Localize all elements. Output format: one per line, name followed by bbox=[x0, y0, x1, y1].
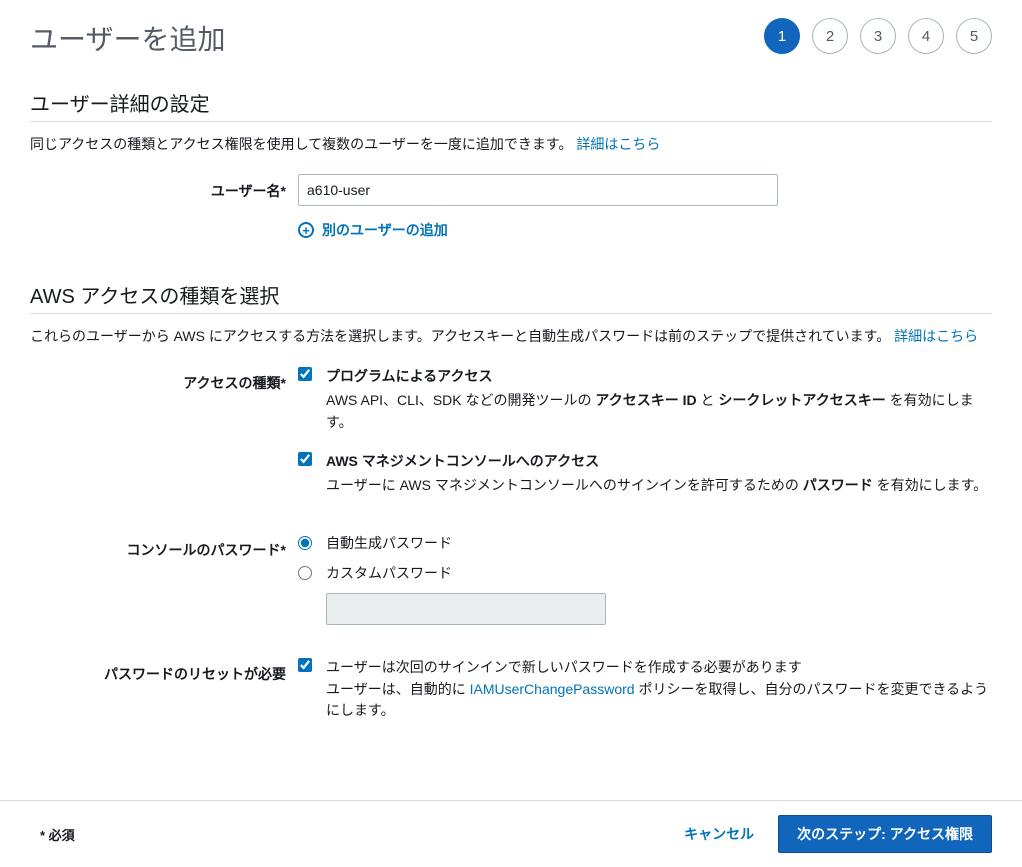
password-reset-label: パスワードのリセットが必要 bbox=[30, 657, 298, 684]
password-reset-desc: ユーザーは次回のサインインで新しいパスワードを作成する必要があります ユーザーは… bbox=[326, 657, 992, 722]
add-another-user-label: 別のユーザーの追加 bbox=[322, 220, 448, 240]
username-input[interactable] bbox=[298, 174, 778, 206]
console-password-label: コンソールのパスワード* bbox=[30, 533, 298, 560]
step-2[interactable]: 2 bbox=[812, 18, 848, 54]
required-note: * 必須 bbox=[40, 825, 75, 844]
console-access-desc: ユーザーに AWS マネジメントコンソールへのサインインを許可するための パスワ… bbox=[326, 475, 992, 497]
step-3[interactable]: 3 bbox=[860, 18, 896, 54]
page-title: ユーザーを追加 bbox=[30, 18, 225, 58]
console-access-checkbox[interactable] bbox=[298, 452, 312, 466]
user-details-desc: 同じアクセスの種類とアクセス権限を使用して複数のユーザーを一度に追加できます。 … bbox=[30, 134, 992, 154]
custom-password-label: カスタムパスワード bbox=[326, 563, 452, 583]
access-type-desc-text: これらのユーザーから AWS にアクセスする方法を選択します。アクセスキーと自動… bbox=[30, 328, 890, 344]
step-5[interactable]: 5 bbox=[956, 18, 992, 54]
custom-password-radio[interactable] bbox=[298, 566, 312, 580]
wizard-steps: 1 2 3 4 5 bbox=[764, 18, 992, 54]
programmatic-access-checkbox[interactable] bbox=[298, 367, 312, 381]
plus-icon: + bbox=[298, 222, 314, 238]
access-type-desc: これらのユーザーから AWS にアクセスする方法を選択します。アクセスキーと自動… bbox=[30, 326, 992, 346]
programmatic-access-title: プログラムによるアクセス bbox=[326, 366, 992, 386]
learn-more-link[interactable]: 詳細はこちら bbox=[576, 136, 660, 152]
access-type-heading: AWS アクセスの種類を選択 bbox=[30, 280, 992, 309]
username-label: ユーザー名* bbox=[30, 174, 298, 201]
footer-bar: * 必須 キャンセル 次のステップ: アクセス権限 bbox=[0, 800, 1022, 867]
password-reset-checkbox[interactable] bbox=[298, 658, 312, 672]
access-type-label: アクセスの種類* bbox=[30, 366, 298, 393]
cancel-button[interactable]: キャンセル bbox=[684, 824, 754, 844]
add-another-user-link[interactable]: + 別のユーザーの追加 bbox=[298, 220, 992, 240]
divider bbox=[30, 121, 992, 122]
auto-password-label: 自動生成パスワード bbox=[326, 533, 452, 553]
user-details-desc-text: 同じアクセスの種類とアクセス権限を使用して複数のユーザーを一度に追加できます。 bbox=[30, 136, 573, 152]
custom-password-input bbox=[326, 593, 606, 625]
iam-policy-link[interactable]: IAMUserChangePassword bbox=[470, 681, 635, 697]
step-4[interactable]: 4 bbox=[908, 18, 944, 54]
learn-more-link-2[interactable]: 詳細はこちら bbox=[894, 328, 978, 344]
console-access-title: AWS マネジメントコンソールへのアクセス bbox=[326, 451, 992, 471]
user-details-heading: ユーザー詳細の設定 bbox=[30, 88, 992, 117]
divider bbox=[30, 313, 992, 314]
auto-password-radio[interactable] bbox=[298, 536, 312, 550]
programmatic-access-desc: AWS API、CLI、SDK などの開発ツールの アクセスキー ID と シー… bbox=[326, 390, 992, 433]
next-step-button[interactable]: 次のステップ: アクセス権限 bbox=[778, 815, 992, 853]
step-1[interactable]: 1 bbox=[764, 18, 800, 54]
